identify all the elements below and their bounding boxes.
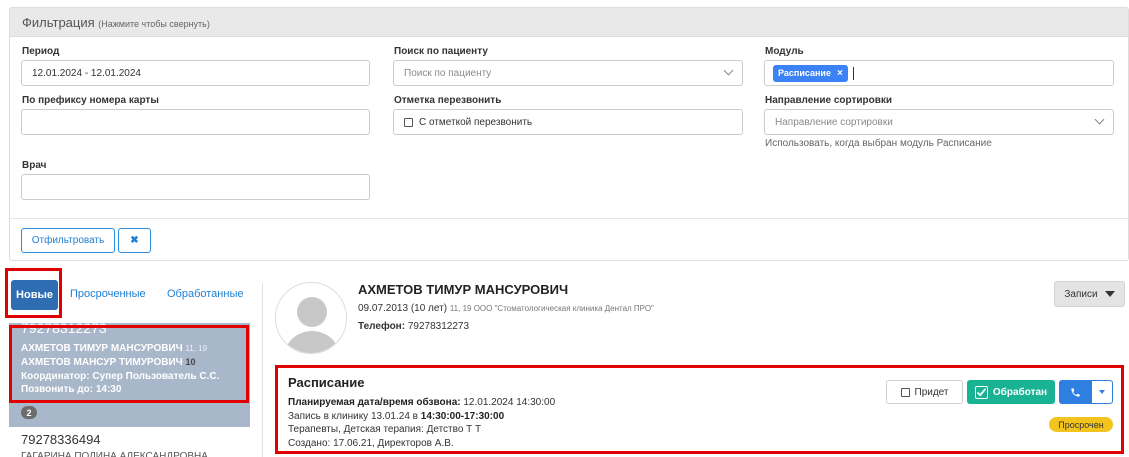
tab-overdue[interactable]: Просроченные <box>70 288 146 300</box>
caret-down-icon <box>1104 291 1115 297</box>
patient-search-placeholder: Поиск по пациенту <box>404 67 492 79</box>
period-label: Период <box>22 46 60 57</box>
module-chip-label: Расписание <box>778 68 831 78</box>
processed-label: Обработан <box>992 386 1048 398</box>
checkmark-icon <box>974 385 988 399</box>
planned-call-label: Планируемая дата/время обзвона: <box>288 397 461 408</box>
sort-direction-placeholder: Направление сортировки <box>775 116 893 128</box>
patient-search-select[interactable]: Поиск по пациенту <box>393 60 743 86</box>
user-icon <box>285 297 339 353</box>
clear-filter-button[interactable]: ✖ <box>118 228 151 253</box>
list-item-name: ГАГАРИНА ПОЛИНА АЛЕКСАНДРОВНА <box>21 451 208 457</box>
caret-down-icon <box>1099 390 1105 394</box>
call-button[interactable] <box>1059 380 1091 404</box>
appointment-time: 14:30:00-17:30:00 <box>420 411 505 422</box>
sort-direction-label: Направление сортировки <box>765 95 893 106</box>
callback-mark-field: С отметкой перезвонить <box>393 109 743 135</box>
apply-filter-button[interactable]: Отфильтровать <box>21 228 115 253</box>
chevron-down-icon <box>1094 114 1105 125</box>
checkbox-icon <box>900 387 910 397</box>
chevron-down-icon <box>723 65 734 76</box>
callback-option-label: С отметкой перезвонить <box>419 116 533 128</box>
apply-filter-label: Отфильтровать <box>31 235 105 246</box>
period-value: 12.01.2024 - 12.01.2024 <box>32 67 141 79</box>
module-multiselect[interactable]: Расписание × <box>764 60 1114 86</box>
phone-icon <box>1070 387 1080 397</box>
patient-phone-label: Телефон: <box>358 321 406 332</box>
patient-dob: 09.07.2013 (10 лет) <box>358 303 448 314</box>
card-prefix-label: По префиксу номера карты <box>22 95 159 106</box>
highlight-box <box>9 325 249 403</box>
filter-title-text: Фильтрация <box>22 15 95 30</box>
text-cursor <box>852 66 854 80</box>
module-label: Модуль <box>765 46 804 57</box>
filter-panel: Фильтрация (Нажмите чтобы свернуть) Пери… <box>9 7 1129 261</box>
close-icon[interactable]: × <box>837 68 843 79</box>
schedule-title: Расписание <box>288 375 365 390</box>
list-item-phone[interactable]: 79278336494 <box>21 432 101 447</box>
sort-direction-help: Использовать, когда выбран модуль Распис… <box>765 138 992 149</box>
call-options-dropdown[interactable] <box>1091 380 1113 404</box>
patient-phone-value: 79278312273 <box>407 321 470 332</box>
avatar <box>275 282 347 354</box>
divider <box>10 218 1128 219</box>
clear-icon: ✖ <box>130 235 139 246</box>
patient-clinic: 11, 19 ООО "Стоматологическая клиника Де… <box>449 304 654 313</box>
appointment-prefix: Запись в клинику 13.01.24 в <box>288 411 418 422</box>
filter-header[interactable]: Фильтрация (Нажмите чтобы свернуть) <box>10 8 1128 37</box>
doctor-input[interactable] <box>21 174 370 200</box>
overdue-badge: Просрочен <box>1049 417 1113 432</box>
created-info: Создано: 17.06.21, Директоров А.В. <box>288 438 454 449</box>
count-badge: 2 <box>21 406 37 419</box>
callback-mark-label: Отметка перезвонить <box>394 95 502 106</box>
patient-name: АХМЕТОВ ТИМУР МАНСУРОВИЧ <box>358 282 569 297</box>
will-come-button[interactable]: Придет <box>886 380 963 404</box>
card-prefix-input[interactable] <box>21 109 370 135</box>
will-come-label: Придет <box>914 386 949 398</box>
patient-info: 09.07.2013 (10 лет) 11, 19 ООО "Стоматол… <box>358 303 654 314</box>
records-dropdown-button[interactable]: Записи <box>1054 281 1125 307</box>
filter-title: Фильтрация (Нажмите чтобы свернуть) <box>22 15 210 30</box>
processed-button[interactable]: Обработан <box>967 380 1055 404</box>
records-button-label: Записи <box>1064 288 1098 300</box>
tab-processed[interactable]: Обработанные <box>167 288 243 300</box>
highlight-box <box>5 268 62 318</box>
divider <box>262 283 263 457</box>
module-chip: Расписание × <box>773 64 848 82</box>
sort-direction-select[interactable]: Направление сортировки <box>764 109 1114 135</box>
filter-collapse-hint: (Нажмите чтобы свернуть) <box>98 19 210 29</box>
doctor-label: Врач <box>22 160 47 171</box>
patient-search-label: Поиск по пациенту <box>394 46 488 57</box>
appointment-doctors: Терапевты, Детская терапия: Детство Т Т <box>288 424 482 435</box>
callback-checkbox[interactable] <box>404 117 413 127</box>
planned-call: Планируемая дата/время обзвона: 12.01.20… <box>288 397 555 408</box>
appointment-line: Запись в клинику 13.01.24 в 14:30:00-17:… <box>288 411 504 422</box>
patient-phone: Телефон: 79278312273 <box>358 321 469 332</box>
period-input[interactable]: 12.01.2024 - 12.01.2024 <box>21 60 370 86</box>
planned-call-value: 12.01.2024 14:30:00 <box>463 397 556 408</box>
